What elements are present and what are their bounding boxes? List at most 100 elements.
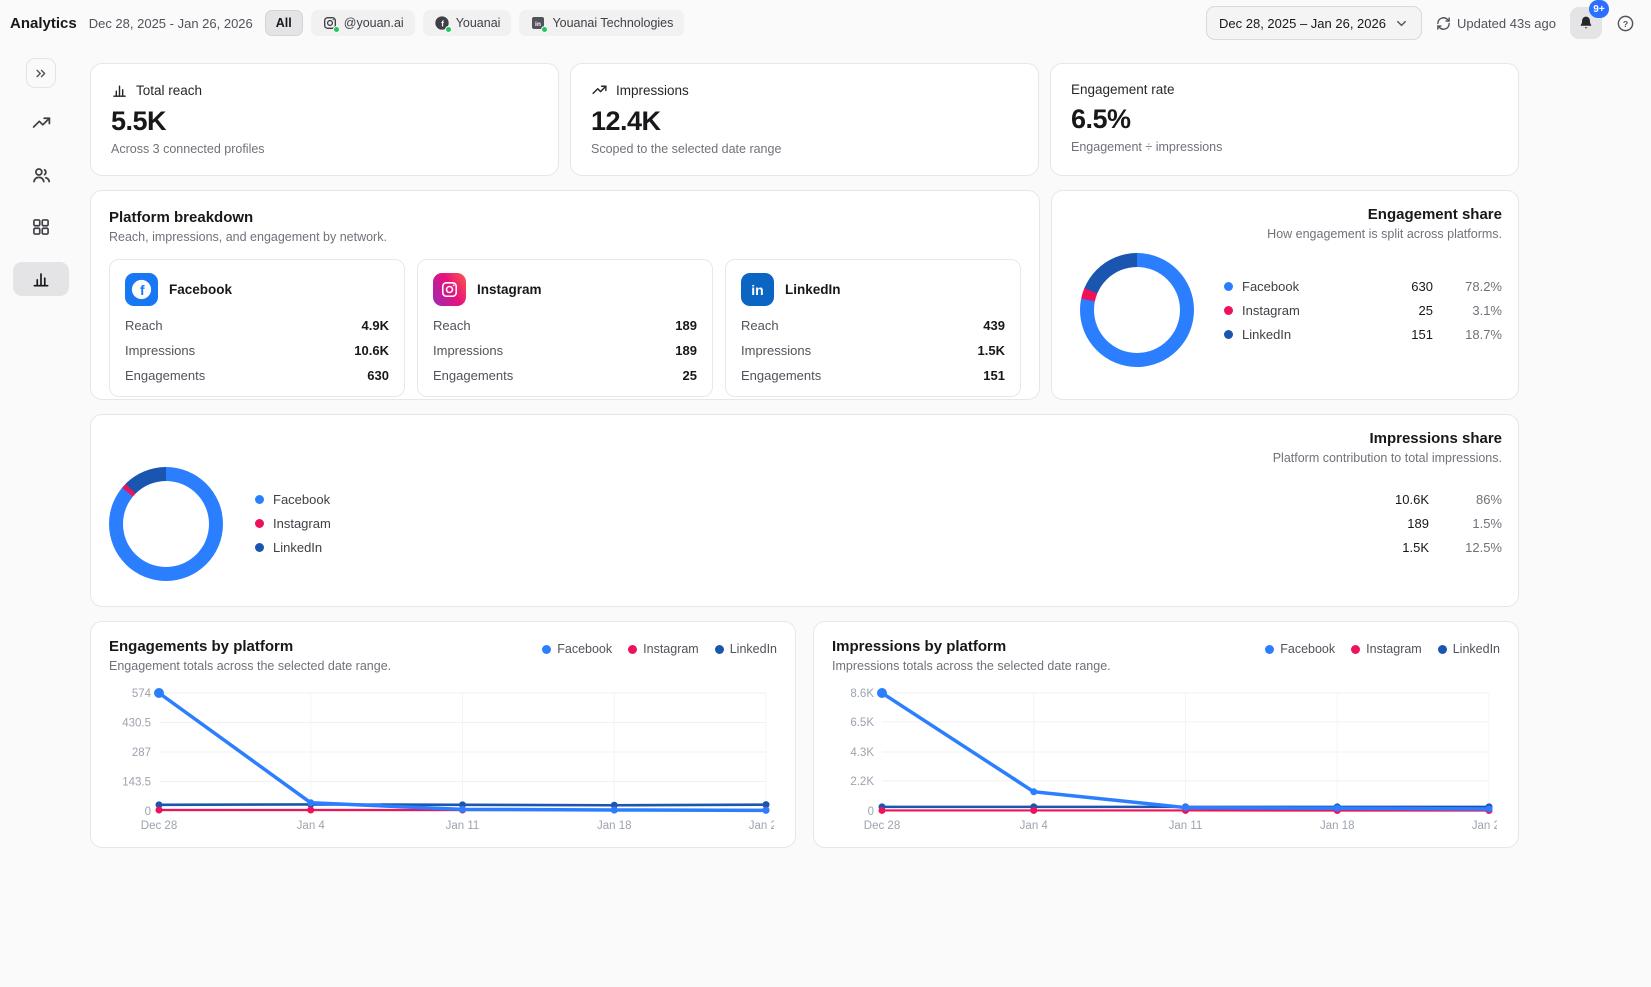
- sidebar-item-dashboard[interactable]: [13, 210, 69, 244]
- legend-percent: 18.7%: [1442, 327, 1502, 342]
- legend-item-facebook: Facebook: [542, 642, 612, 656]
- metric-row: Impressions 10.6K: [125, 343, 389, 358]
- chip-linkedin-profile[interactable]: in Youanai Technologies: [519, 10, 684, 36]
- metric-row: Reach 4.9K: [125, 318, 389, 333]
- top-bar: Analytics Dec 28, 2025 - Jan 26, 2026 Al…: [0, 0, 1651, 46]
- stat-label: Engagement rate: [1071, 82, 1175, 97]
- legend-value: 10.6K: [1359, 492, 1429, 507]
- platform-name: LinkedIn: [785, 282, 841, 297]
- metric-value: 25: [683, 368, 697, 383]
- date-range-picker[interactable]: Dec 28, 2025 – Jan 26, 2026: [1206, 6, 1422, 40]
- legend-label: LinkedIn: [1453, 642, 1500, 656]
- metric-value: 151: [983, 368, 1005, 383]
- date-range-value: Dec 28, 2025 – Jan 26, 2026: [1219, 16, 1386, 31]
- profile-filter-chips: All @youan.ai f Youanai: [265, 10, 685, 36]
- online-status-dot: [541, 26, 548, 33]
- metric-row: Engagements 25: [433, 368, 697, 383]
- legend-item-facebook: Facebook: [1265, 642, 1335, 656]
- users-icon: [31, 165, 52, 186]
- svg-text:0: 0: [145, 806, 151, 818]
- legend-label: LinkedIn: [730, 642, 777, 656]
- stat-card-impressions: Impressions 12.4K Scoped to the selected…: [570, 63, 1039, 176]
- chip-instagram-profile[interactable]: @youan.ai: [311, 10, 415, 36]
- bell-icon: [1577, 14, 1595, 32]
- metric-value: 4.9K: [362, 318, 389, 333]
- facebook-legend-dot: [255, 495, 264, 504]
- svg-text:574: 574: [132, 688, 152, 700]
- legend-row-facebook: Facebook 10.6K 86%: [255, 492, 1502, 507]
- sidebar-item-analytics[interactable]: [13, 262, 69, 296]
- refresh-icon[interactable]: [1436, 16, 1451, 31]
- sidebar-expand-button[interactable]: [26, 58, 56, 88]
- legend-row-instagram: Instagram 25 3.1%: [1224, 303, 1502, 318]
- bar-chart-icon: [111, 82, 128, 99]
- legend-label: Facebook: [1242, 279, 1299, 294]
- legend-value: 25: [1371, 303, 1433, 318]
- legend-percent: 86%: [1438, 492, 1502, 507]
- stat-caption: Engagement ÷ impressions: [1071, 140, 1498, 154]
- grid-icon: [31, 217, 51, 237]
- chip-all[interactable]: All: [265, 10, 303, 36]
- metric-row: Reach 189: [433, 318, 697, 333]
- impressions-share-donut-chart: [109, 467, 223, 581]
- sidebar-item-audience[interactable]: [13, 158, 69, 192]
- chip-facebook-profile[interactable]: f Youanai: [423, 10, 512, 36]
- instagram-legend-dot: [1351, 645, 1360, 654]
- chart-legend: Facebook Instagram LinkedIn: [542, 642, 777, 656]
- metric-value: 10.6K: [354, 343, 389, 358]
- legend-label: Instagram: [273, 516, 331, 531]
- last-updated-status: Updated 43s ago: [1436, 16, 1556, 31]
- help-icon: ?: [1616, 14, 1635, 33]
- metric-row: Impressions 189: [433, 343, 697, 358]
- chart-title: Engagements by platform: [109, 638, 391, 655]
- section-subtitle: How engagement is split across platforms…: [1267, 227, 1502, 241]
- legend-row-linkedin: LinkedIn 1.5K 12.5%: [255, 540, 1502, 555]
- facebook-icon: f: [125, 273, 158, 306]
- svg-text:430.5: 430.5: [122, 718, 151, 730]
- chip-label: Youanai Technologies: [552, 16, 673, 30]
- metric-label: Engagements: [125, 368, 205, 383]
- legend-percent: 3.1%: [1442, 303, 1502, 318]
- chevrons-right-icon: [34, 66, 49, 81]
- help-button[interactable]: ?: [1616, 14, 1635, 33]
- svg-text:f: f: [140, 283, 145, 298]
- bar-chart-icon: [31, 269, 51, 289]
- facebook-legend-dot: [1224, 282, 1233, 291]
- metric-label: Engagements: [741, 368, 821, 383]
- breakdown-row: Platform breakdown Reach, impressions, a…: [90, 190, 1519, 400]
- legend-label: LinkedIn: [1242, 327, 1291, 342]
- online-status-dot: [445, 26, 452, 33]
- svg-text:143.5: 143.5: [122, 777, 151, 789]
- instagram-legend-dot: [1224, 306, 1233, 315]
- metric-value: 439: [983, 318, 1005, 333]
- svg-text:f: f: [441, 19, 444, 29]
- metric-label: Impressions: [433, 343, 503, 358]
- stat-caption: Across 3 connected profiles: [111, 142, 538, 156]
- section-title: Engagement share: [1267, 206, 1502, 223]
- linkedin-icon: in: [530, 15, 546, 31]
- svg-text:Jan 11: Jan 11: [1169, 820, 1203, 832]
- facebook-legend-dot: [1265, 645, 1274, 654]
- updated-label: Updated 43s ago: [1457, 16, 1556, 31]
- legend-label: Facebook: [273, 492, 330, 507]
- stat-value: 6.5%: [1071, 104, 1498, 135]
- metric-value: 630: [367, 368, 389, 383]
- linkedin-legend-dot: [1224, 330, 1233, 339]
- svg-text:Jan 25: Jan 25: [749, 820, 774, 832]
- metric-row: Engagements 630: [125, 368, 389, 383]
- platform-name: Instagram: [477, 282, 542, 297]
- trending-up-icon: [591, 82, 608, 99]
- legend-row-linkedin: LinkedIn 151 18.7%: [1224, 327, 1502, 342]
- chevron-down-icon: [1394, 16, 1409, 31]
- chart-title: Impressions by platform: [832, 638, 1111, 655]
- sidebar-item-trends[interactable]: [13, 106, 69, 140]
- instagram-icon: [433, 273, 466, 306]
- legend-item-instagram: Instagram: [628, 642, 699, 656]
- svg-text:2.2K: 2.2K: [850, 776, 874, 788]
- notifications-button[interactable]: 9+: [1570, 7, 1602, 39]
- stat-value: 5.5K: [111, 106, 538, 137]
- legend-percent: 1.5%: [1438, 516, 1502, 531]
- instagram-icon: [322, 15, 338, 31]
- metric-label: Reach: [125, 318, 163, 333]
- legend-row-facebook: Facebook 630 78.2%: [1224, 279, 1502, 294]
